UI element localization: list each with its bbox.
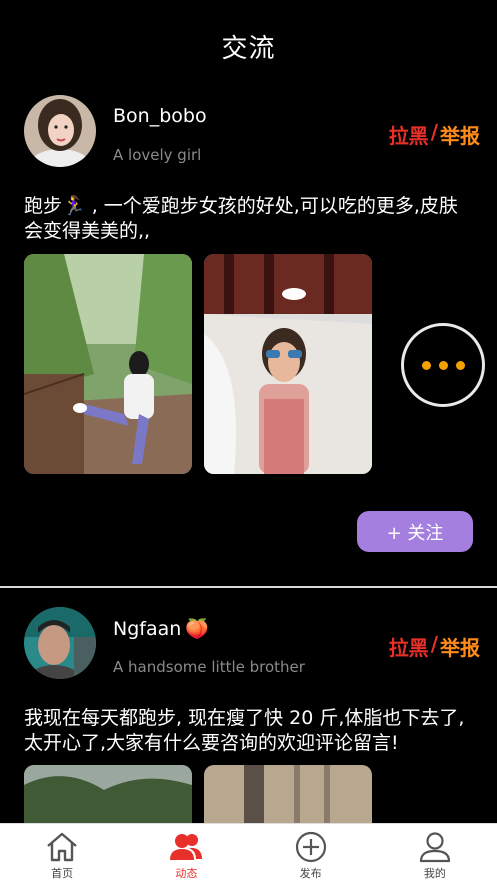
post-content: 我现在每天都跑步, 现在瘦了快 20 斤,体脂也下去了,太开心了,大家有什么要咨… [24,707,465,754]
post-photo[interactable] [204,254,372,474]
home-icon [47,832,77,862]
users-icon [170,834,203,860]
tab-bar: 首页 动态 发布 我的 [0,823,497,883]
block-link[interactable]: 拉黑 [389,120,429,149]
tab-label: 动态 [175,867,198,880]
tab-label: 发布 [299,867,322,880]
post-divider [0,586,497,588]
post-actions: 拉黑 / 举报 [389,632,480,661]
avatar[interactable] [24,95,96,167]
tab-home[interactable]: 首页 [0,824,124,883]
plus-circle-icon [295,831,326,863]
tab-label: 我的 [423,867,446,880]
post-photo[interactable] [24,254,192,474]
more-button[interactable] [401,323,485,407]
user-bio: A lovely girl [113,146,202,164]
tab-label: 首页 [51,867,74,880]
more-dot-icon [455,360,465,370]
avatar[interactable] [24,607,96,679]
more-dot-icon [438,360,448,370]
more-dot-icon [421,360,431,370]
username[interactable]: Ngfaan 🍑 [113,617,209,641]
username[interactable]: Bon_bobo [113,105,207,127]
user-bio: A handsome little brother [113,658,305,676]
block-link[interactable]: 拉黑 [389,632,429,661]
post-content: 跑步🏃‍♀️ , 一个爱跑步女孩的好处,可以吃的更多,皮肤会变得美美的,, [24,195,458,242]
report-link[interactable]: 举报 [440,120,480,149]
tab-publish[interactable]: 发布 [249,824,373,883]
action-separator: / [430,120,438,144]
user-icon [419,832,450,863]
post-actions: 拉黑 / 举报 [389,120,480,149]
peach-icon: 🍑 [185,618,209,640]
tab-feed[interactable]: 动态 [124,824,248,883]
follow-button[interactable]: + 关注 [357,511,473,552]
page-title: 交流 [221,34,276,64]
report-link[interactable]: 举报 [440,632,480,661]
action-separator: / [430,632,438,656]
tab-profile[interactable]: 我的 [373,824,497,883]
